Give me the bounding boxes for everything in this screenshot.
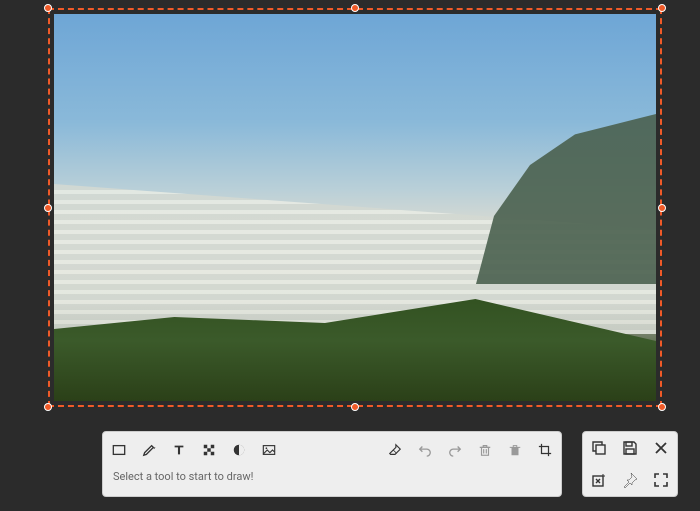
canvas-selection[interactable] bbox=[48, 8, 662, 407]
delete-all-icon[interactable] bbox=[507, 442, 523, 458]
undo-icon[interactable] bbox=[417, 442, 433, 458]
pencil-icon[interactable] bbox=[141, 442, 157, 458]
resize-handle-sw[interactable] bbox=[44, 403, 52, 411]
screenshot-editor: Select a tool to start to draw! bbox=[0, 0, 700, 511]
edit-tools-group bbox=[387, 442, 553, 458]
resize-handle-n[interactable] bbox=[351, 4, 359, 12]
text-icon[interactable] bbox=[171, 442, 187, 458]
editor-toolbar: Select a tool to start to draw! bbox=[102, 431, 562, 497]
eraser-icon[interactable] bbox=[387, 442, 403, 458]
delete-icon[interactable] bbox=[477, 442, 493, 458]
close-icon[interactable] bbox=[652, 439, 670, 457]
pin-icon[interactable] bbox=[621, 471, 639, 489]
copy-icon[interactable] bbox=[590, 439, 608, 457]
fullscreen-icon[interactable] bbox=[652, 471, 670, 489]
discard-icon[interactable] bbox=[590, 471, 608, 489]
pixelate-icon[interactable] bbox=[201, 442, 217, 458]
resize-handle-nw[interactable] bbox=[44, 4, 52, 12]
rectangle-icon[interactable] bbox=[111, 442, 127, 458]
resize-handle-s[interactable] bbox=[351, 403, 359, 411]
crop-icon[interactable] bbox=[537, 442, 553, 458]
action-panel bbox=[582, 431, 678, 497]
invert-icon[interactable] bbox=[231, 442, 247, 458]
image-icon[interactable] bbox=[261, 442, 277, 458]
canvas-decoration bbox=[476, 114, 656, 284]
redo-icon[interactable] bbox=[447, 442, 463, 458]
resize-handle-ne[interactable] bbox=[658, 4, 666, 12]
draw-tools-group bbox=[111, 442, 277, 458]
resize-handle-se[interactable] bbox=[658, 403, 666, 411]
toolbar-hint: Select a tool to start to draw! bbox=[103, 466, 561, 496]
resize-handle-e[interactable] bbox=[658, 204, 666, 212]
resize-handle-w[interactable] bbox=[44, 204, 52, 212]
canvas-image[interactable] bbox=[54, 14, 656, 401]
save-icon[interactable] bbox=[621, 439, 639, 457]
